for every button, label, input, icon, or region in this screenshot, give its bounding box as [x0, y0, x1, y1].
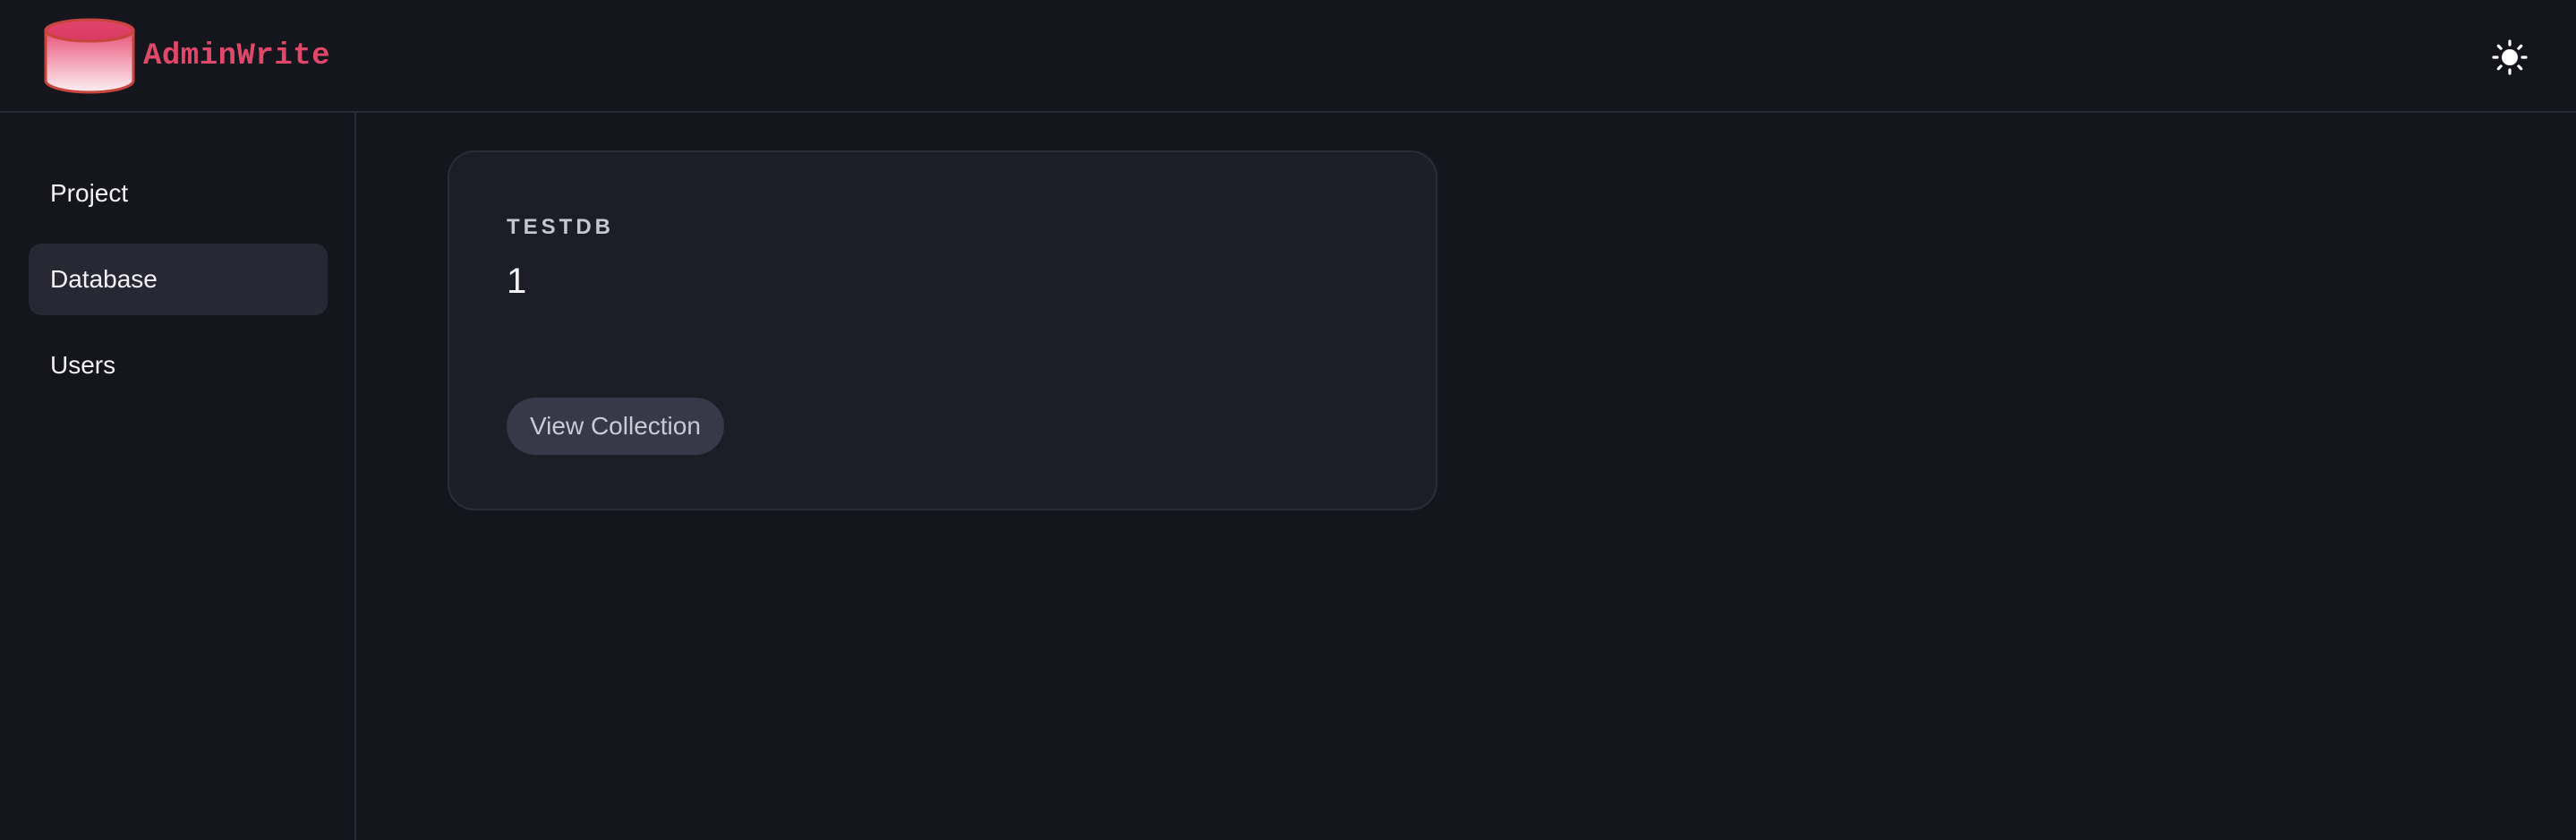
sidebar-item-users[interactable]: Users: [29, 330, 328, 401]
collection-count: 1: [507, 261, 527, 301]
main-content: TESTDB 1 View Collection: [356, 113, 2576, 840]
view-collection-button[interactable]: View Collection: [507, 398, 724, 455]
database-card: TESTDB 1 View Collection: [448, 150, 1437, 510]
sidebar-item-database[interactable]: Database: [29, 244, 328, 315]
app-header: AdminWrite: [0, 0, 2576, 113]
sidebar-item-project[interactable]: Project: [29, 158, 328, 229]
sun-icon[interactable]: [2492, 39, 2528, 75]
database-logo-icon: [44, 18, 135, 94]
database-name: TESTDB: [507, 215, 614, 239]
brand-name: AdminWrite: [143, 39, 331, 73]
sidebar-item-label: Users: [50, 351, 116, 379]
sidebar-item-label: Project: [50, 179, 129, 207]
sidebar-item-label: Database: [50, 265, 158, 293]
brand[interactable]: AdminWrite: [43, 18, 330, 95]
sidebar: Project Database Users: [0, 113, 356, 840]
